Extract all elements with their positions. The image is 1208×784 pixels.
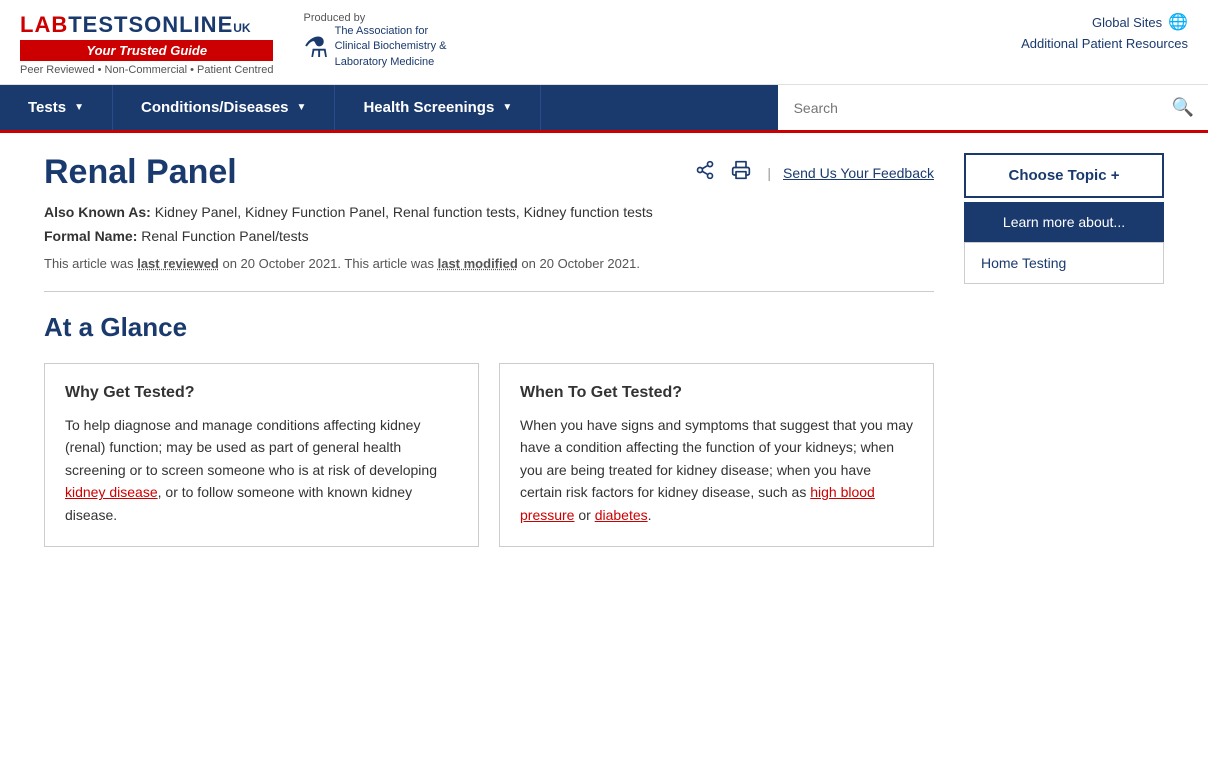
card-why-text: To help diagnose and manage conditions a… [65, 414, 458, 526]
card-why-tested: Why Get Tested? To help diagnose and man… [44, 363, 479, 547]
logo-tagline: Peer Reviewed • Non-Commercial • Patient… [20, 64, 273, 76]
at-a-glance-title: At a Glance [44, 312, 934, 343]
search-box: 🔍 [778, 85, 1208, 130]
choose-topic-button[interactable]: Choose Topic + [964, 153, 1164, 198]
content-with-sidebar: Renal Panel [44, 153, 1164, 547]
card-when-tested: When To Get Tested? When you have signs … [499, 363, 934, 547]
additional-resources-link[interactable]: Additional Patient Resources [1021, 36, 1188, 51]
flask-icon: ⚗ [303, 31, 328, 64]
logo-top: LAB TESTS ONLINEUK [20, 12, 273, 38]
formal-name: Formal Name: Renal Function Panel/tests [44, 228, 934, 244]
divider [44, 291, 934, 292]
header-right: Global Sites 🌐 Additional Patient Resour… [1021, 12, 1188, 51]
main-content: Renal Panel [24, 133, 1184, 567]
learn-more-button[interactable]: Learn more about... [964, 202, 1164, 242]
card-when-text: When you have signs and symptoms that su… [520, 414, 913, 526]
nav-item-screenings[interactable]: Health Screenings ▼ [335, 85, 541, 130]
home-testing-link[interactable]: Home Testing [964, 242, 1164, 284]
nav-arrow-screenings: ▼ [502, 102, 512, 113]
logo-uk: UK [233, 21, 250, 35]
logo-banner: Your Trusted Guide [20, 40, 273, 61]
kidney-disease-link[interactable]: kidney disease [65, 484, 158, 500]
card-why-title: Why Get Tested? [65, 384, 458, 402]
globe-icon: 🌐 [1168, 12, 1188, 32]
main-article: Renal Panel [44, 153, 934, 547]
diabetes-link[interactable]: diabetes [595, 507, 648, 523]
share-button[interactable] [691, 156, 719, 189]
tools-row: | Send Us Your Feedback [676, 156, 934, 189]
also-known: Also Known As: Kidney Panel, Kidney Func… [44, 204, 934, 220]
logo-lab: LAB [20, 12, 68, 38]
review-info: This article was last reviewed on 20 Oct… [44, 256, 934, 271]
title-and-tools: Renal Panel [44, 153, 934, 192]
global-sites-link[interactable]: Global Sites 🌐 [1092, 12, 1188, 32]
search-button[interactable]: 🔍 [1158, 87, 1208, 128]
produced-label: Produced by ⚗ The Association for Clinic… [303, 12, 446, 70]
logo-tests: TESTS [68, 12, 144, 38]
nav-item-tests[interactable]: Tests ▼ [0, 85, 113, 130]
article-title: Renal Panel [44, 153, 676, 192]
sidebar: Choose Topic + Learn more about... Home … [964, 153, 1164, 547]
association-logo: ⚗ The Association for Clinical Biochemis… [303, 24, 446, 70]
header: LAB TESTS ONLINEUK Your Trusted Guide Pe… [0, 0, 1208, 85]
print-button[interactable] [727, 156, 755, 189]
feedback-link[interactable]: Send Us Your Feedback [783, 165, 934, 181]
logo-section: LAB TESTS ONLINEUK Your Trusted Guide Pe… [20, 12, 273, 76]
nav-arrow-tests: ▼ [74, 102, 84, 113]
card-when-title: When To Get Tested? [520, 384, 913, 402]
cards-row: Why Get Tested? To help diagnose and man… [44, 363, 934, 547]
nav-item-conditions[interactable]: Conditions/Diseases ▼ [113, 85, 335, 130]
nav-arrow-conditions: ▼ [297, 102, 307, 113]
icon-separator: | [767, 165, 771, 181]
main-nav: Tests ▼ Conditions/Diseases ▼ Health Scr… [0, 85, 1208, 133]
association-text: The Association for Clinical Biochemistr… [335, 24, 447, 70]
search-input[interactable] [778, 90, 1158, 126]
produced-section: Produced by ⚗ The Association for Clinic… [303, 12, 446, 70]
logo-online: ONLINE [144, 12, 233, 38]
